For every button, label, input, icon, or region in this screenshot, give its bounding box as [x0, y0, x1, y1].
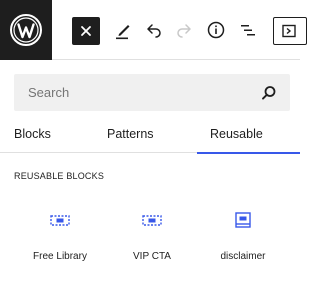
reusable-block-label: VIP CTA — [133, 251, 171, 262]
reusable-block-label: disclaimer — [220, 251, 266, 262]
undo-button[interactable] — [142, 18, 166, 42]
list-view-icon — [241, 25, 255, 36]
block-search — [14, 74, 290, 111]
editor-top-toolbar — [0, 0, 307, 60]
undo-icon — [147, 24, 161, 38]
search-input[interactable] — [14, 74, 254, 111]
reusable-block-label: Free Library — [33, 251, 87, 262]
reusable-block-vip-cta[interactable]: VIP CTA — [107, 210, 197, 270]
reusable-block-disclaimer[interactable]: disclaimer — [198, 210, 288, 270]
close-icon — [81, 26, 91, 36]
redo-button[interactable] — [172, 18, 196, 42]
wordpress-logo-button[interactable] — [0, 0, 52, 60]
redo-icon — [177, 24, 191, 38]
inserter-tabs: Blocks Patterns Reusable — [0, 119, 300, 154]
section-title: REUSABLE BLOCKS — [14, 171, 105, 181]
view-button[interactable] — [273, 17, 307, 45]
tab-patterns[interactable]: Patterns — [107, 119, 154, 153]
active-tab-indicator — [197, 152, 300, 154]
tab-blocks[interactable]: Blocks — [14, 119, 51, 153]
details-button[interactable] — [204, 18, 228, 42]
reusable-block-icon — [107, 210, 197, 232]
pencil-icon — [116, 25, 130, 40]
close-inserter-button[interactable] — [72, 17, 100, 45]
info-icon — [207, 21, 225, 39]
wordpress-logo-icon — [10, 14, 42, 46]
tab-reusable[interactable]: Reusable — [197, 119, 300, 154]
reusable-block-alt-icon — [198, 210, 288, 232]
search-icon[interactable] — [260, 84, 278, 102]
list-view-button[interactable] — [236, 18, 260, 42]
reusable-block-free-library[interactable]: Free Library — [15, 210, 105, 270]
tab-reusable-label: Reusable — [210, 127, 263, 141]
reusable-block-icon — [15, 210, 105, 232]
edit-tools-button[interactable] — [111, 18, 135, 42]
view-icon — [282, 24, 296, 38]
